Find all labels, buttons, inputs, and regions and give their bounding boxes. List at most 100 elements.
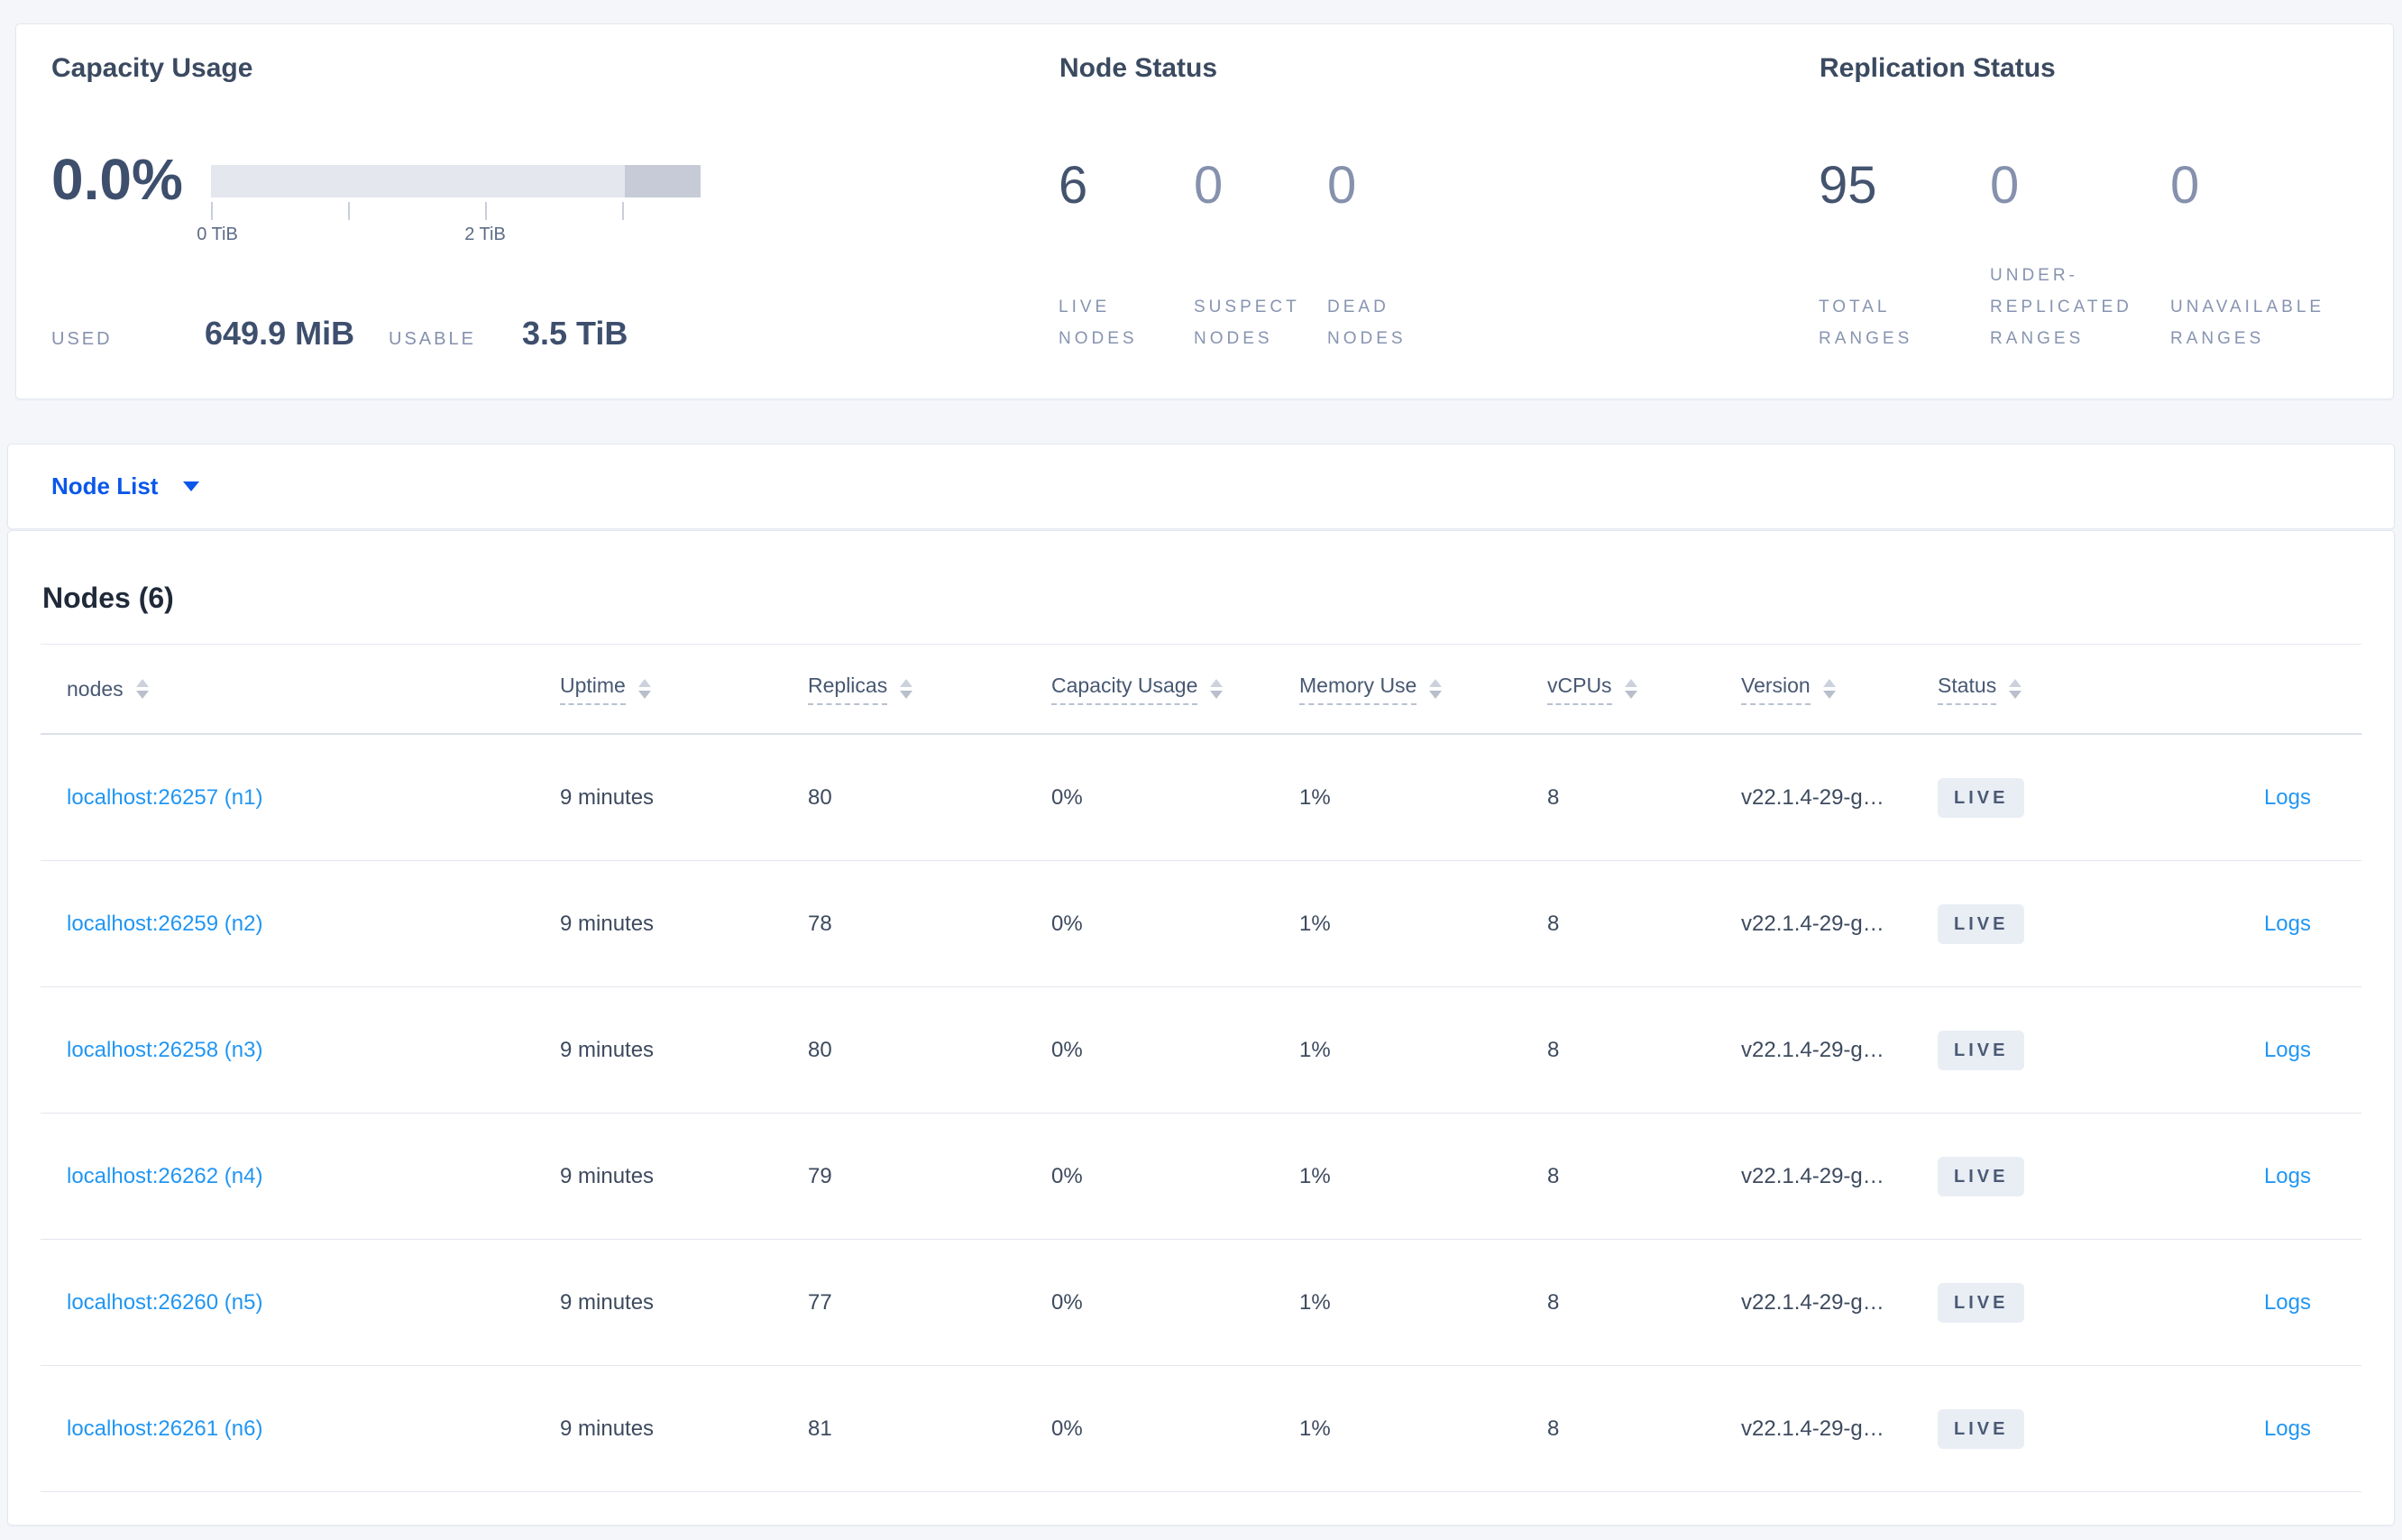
logs-link[interactable]: Logs: [2264, 1290, 2311, 1315]
replication-status-title: Replication Status: [1820, 53, 2056, 83]
live-nodes-label: LIVE NODES: [1059, 298, 1138, 348]
unavailable-ranges-count: 0: [2170, 156, 2200, 215]
axis-tick: [348, 202, 350, 220]
table-row: localhost:26257 (n1) 9 minutes 80 0% 1% 8 v22.…: [41, 735, 2361, 861]
address-cell: localhost:26258 (n3): [67, 1038, 560, 1063]
vcpus-cell: 8: [1547, 911, 1560, 936]
capacity-cell: 0%: [1051, 1416, 1083, 1441]
table-row: localhost:26262 (n4) 9 minutes 79 0% 1% 8 v22.…: [41, 1114, 2361, 1240]
node-link[interactable]: localhost:26260 (n5): [67, 1290, 262, 1315]
column-header-label: Memory Use: [1299, 674, 1417, 705]
replicas-cell: 80: [808, 784, 832, 810]
uptime-cell: 9 minutes: [560, 1416, 655, 1441]
version-cell: v22.1.4-29-g…: [1741, 784, 1884, 810]
replicas-cell: 79: [808, 1163, 832, 1188]
suspect-nodes-count: 0: [1194, 156, 1224, 215]
view-selector-dropdown[interactable]: Node List: [7, 444, 2395, 529]
table-row: localhost:26260 (n5) 9 minutes 77 0% 1% 8 v22.…: [41, 1240, 2361, 1366]
replication-status-panel: Replication Status 95 0 0 TOTAL RANGES UN…: [1819, 24, 2387, 400]
memory-cell: 1%: [1299, 1416, 1331, 1441]
column-header-status[interactable]: Status: [1938, 674, 2154, 705]
sort-icon: [135, 679, 149, 699]
sort-icon: [900, 679, 913, 699]
column-header-nodes[interactable]: nodes: [67, 677, 560, 701]
memory-cell: 1%: [1299, 1037, 1331, 1062]
node-link[interactable]: localhost:26258 (n3): [67, 1038, 262, 1062]
capacity-cell: 0%: [1051, 1289, 1083, 1315]
logs-link[interactable]: Logs: [2264, 1038, 2311, 1062]
column-header-capacity-usage[interactable]: Capacity Usage: [1051, 674, 1299, 705]
column-header-replicas[interactable]: Replicas: [808, 674, 1051, 705]
axis-tick-label: 2 TiB: [464, 225, 506, 244]
status-cell: LIVE: [1938, 1030, 2154, 1070]
node-link[interactable]: localhost:26257 (n1): [67, 785, 262, 810]
capacity-bar: [211, 165, 701, 197]
dead-nodes-label: DEAD NODES: [1327, 298, 1407, 348]
total-ranges-label: TOTAL RANGES: [1819, 298, 1913, 348]
node-link[interactable]: localhost:26261 (n6): [67, 1416, 262, 1441]
capacity-cell: 0%: [1051, 784, 1083, 810]
status-cell: LIVE: [1938, 1408, 2154, 1449]
under-replicated-ranges-label: UNDER- REPLICATED RANGES: [1990, 266, 2132, 348]
uptime-cell: 9 minutes: [560, 911, 655, 936]
status-badge: LIVE: [1938, 777, 2025, 818]
replicas-cell: 80: [808, 1037, 832, 1062]
uptime-cell: 9 minutes: [560, 1037, 655, 1062]
status-badge: LIVE: [1938, 903, 2025, 944]
column-header-label: Status: [1938, 674, 1997, 705]
replicas-cell: 78: [808, 911, 832, 936]
table-header-row: nodes Uptime Replicas Capacity Usage Memory …: [41, 645, 2361, 735]
column-header-label: Replicas: [808, 674, 888, 705]
node-status-panel: Node Status 6 0 0 LIVE NODES SUSPECT NODES…: [1059, 24, 1563, 400]
column-header-vcpus[interactable]: vCPUs: [1547, 674, 1741, 705]
status-badge: LIVE: [1938, 1156, 2025, 1196]
status-cell: LIVE: [1938, 1156, 2154, 1196]
cluster-summary-card: Capacity Usage 0.0% 0 TiB 2 TiB USED 649.…: [15, 23, 2394, 399]
vcpus-cell: 8: [1547, 784, 1560, 810]
logs-link[interactable]: Logs: [2264, 785, 2311, 810]
logs-cell: Logs: [2154, 1038, 2361, 1063]
memory-cell: 1%: [1299, 911, 1331, 936]
address-cell: localhost:26259 (n2): [67, 912, 560, 937]
memory-cell: 1%: [1299, 1163, 1331, 1188]
sort-icon: [637, 679, 651, 699]
axis-tick: [622, 202, 624, 220]
node-link[interactable]: localhost:26262 (n4): [67, 1164, 262, 1188]
capacity-used-row: USED 649.9 MiB USABLE 3.5 TiB: [51, 315, 628, 353]
uptime-cell: 9 minutes: [560, 1163, 655, 1188]
replicas-cell: 81: [808, 1416, 832, 1441]
address-cell: localhost:26261 (n6): [67, 1416, 560, 1442]
column-header-uptime[interactable]: Uptime: [560, 674, 808, 705]
node-link[interactable]: localhost:26259 (n2): [67, 912, 262, 936]
version-cell: v22.1.4-29-g…: [1741, 911, 1884, 936]
column-header-memory-use[interactable]: Memory Use: [1299, 674, 1547, 705]
axis-tick: [211, 202, 213, 220]
dead-nodes-count: 0: [1327, 156, 1357, 215]
version-cell: v22.1.4-29-g…: [1741, 1037, 1884, 1062]
status-cell: LIVE: [1938, 903, 2154, 944]
view-selector-label: Node List: [51, 472, 159, 500]
axis-tick: [485, 202, 487, 220]
chevron-down-icon: [183, 481, 200, 491]
status-badge: LIVE: [1938, 1030, 2025, 1070]
sort-icon: [1822, 679, 1836, 699]
column-header-version[interactable]: Version: [1741, 674, 1938, 705]
capacity-cell: 0%: [1051, 1037, 1083, 1062]
axis-tick-label: 0 TiB: [197, 225, 238, 244]
status-cell: LIVE: [1938, 1282, 2154, 1323]
status-badge: LIVE: [1938, 1408, 2025, 1449]
usable-label: USABLE: [389, 329, 476, 349]
logs-link[interactable]: Logs: [2264, 912, 2311, 936]
vcpus-cell: 8: [1547, 1289, 1560, 1315]
version-cell: v22.1.4-29-g…: [1741, 1289, 1884, 1315]
logs-link[interactable]: Logs: [2264, 1164, 2311, 1188]
memory-cell: 1%: [1299, 1289, 1331, 1315]
sort-icon: [1210, 679, 1224, 699]
under-replicated-ranges-count: 0: [1990, 156, 2020, 215]
capacity-cell: 0%: [1051, 1163, 1083, 1188]
node-status-title: Node Status: [1059, 53, 1218, 83]
logs-link[interactable]: Logs: [2264, 1416, 2311, 1441]
total-ranges-count: 95: [1819, 156, 1877, 215]
replicas-cell: 77: [808, 1289, 832, 1315]
sort-icon: [1429, 679, 1443, 699]
